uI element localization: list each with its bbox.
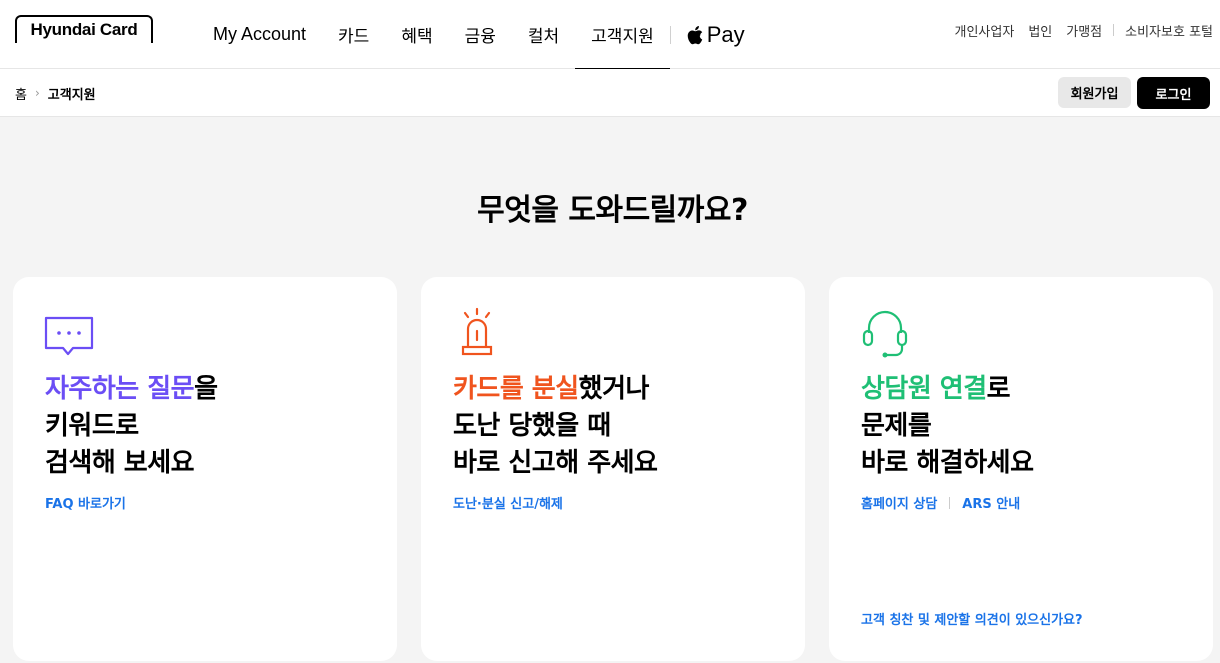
breadcrumb-chevron-icon: › [34,86,40,100]
consultant-title-highlight: 상담원 연결 [861,374,987,404]
main-menu: My Account 카드 혜택 금융 컬처 고객지원 Pay [197,0,751,70]
faq-links: FAQ 바로가기 [45,493,126,512]
faq-card-title: 자주하는 질문을 키워드로 검색해 보세요 [45,371,218,482]
link-divider [949,496,951,509]
faq-card: 자주하는 질문을 키워드로 검색해 보세요 FAQ 바로가기 [13,277,397,661]
web-consult-link[interactable]: 홈페이지 상담 [861,493,937,512]
util-personal-business[interactable]: 개인사업자 [948,21,1022,40]
util-consumer-protection[interactable]: 소비자보호 포털 [1118,21,1220,40]
ars-guide-link[interactable]: ARS 안내 [962,493,1020,512]
consultant-title-line3: 바로 해결하세요 [861,448,1034,478]
siren-icon [461,307,493,356]
apple-pay-menu[interactable]: Pay [677,0,751,69]
faq-title-line3: 검색해 보세요 [45,448,195,478]
consultant-title-rest: 로 [986,374,1011,404]
page-headline: 무엇을 도와드릴까요? [477,193,748,228]
utility-menu: 개인사업자 법인 가맹점 소비자보호 포털 [948,0,1220,60]
breadcrumb-home[interactable]: 홈 [15,84,27,103]
lost-title-line2: 도난 당했을 때 [453,411,611,441]
apple-icon [687,25,702,44]
lost-title-highlight: 카드를 분실 [453,374,579,404]
consultant-card: 상담원 연결로 문제를 바로 해결하세요 홈페이지 상담 ARS 안내 고객 칭… [829,277,1213,661]
menu-my-account[interactable]: My Account [197,0,322,69]
faq-title-rest: 을 [194,374,218,404]
menu-customer-support[interactable]: 고객지원 [575,0,670,70]
consultant-card-title: 상담원 연결로 문제를 바로 해결하세요 [861,371,1034,482]
lost-title-line3: 바로 신고해 주세요 [453,448,658,478]
feedback-link[interactable]: 고객 칭찬 및 제안할 의견이 있으신가요? [861,609,1083,628]
menu-culture[interactable]: 컬처 [512,0,575,69]
join-button[interactable]: 회원가입 [1058,77,1131,108]
util-corporate[interactable]: 법인 [1021,21,1059,40]
consultant-links: 홈페이지 상담 ARS 안내 [861,493,1020,512]
consultant-title-line2: 문제를 [861,411,932,441]
util-merchant[interactable]: 가맹점 [1059,21,1109,40]
global-navigation: Hyundai Card My Account 카드 혜택 금융 컬처 고객지원… [0,0,1220,70]
lost-title-rest: 했거나 [578,374,650,404]
lost-report-link[interactable]: 도난·분실 신고/해제 [453,493,563,512]
breadcrumb: 홈 › 고객지원 [15,69,96,117]
lost-card-card: 카드를 분실했거나 도난 당했을 때 바로 신고해 주세요 도난·분실 신고/해… [421,277,805,661]
menu-finance[interactable]: 금융 [449,0,512,69]
faq-link[interactable]: FAQ 바로가기 [45,493,126,512]
faq-title-line2: 키워드로 [45,411,139,441]
login-button[interactable]: 로그인 [1137,77,1210,109]
util-divider [1113,24,1115,36]
headset-icon [862,310,908,358]
menu-card[interactable]: 카드 [322,0,385,69]
lost-card-links: 도난·분실 신고/해제 [453,493,563,512]
sub-header: 홈 › 고객지원 [0,69,1220,117]
menu-benefit[interactable]: 혜택 [385,0,448,69]
hyundai-card-logo[interactable]: Hyundai Card [15,15,153,43]
breadcrumb-current: 고객지원 [47,87,96,103]
pay-label: Pay [706,21,745,47]
faq-title-highlight: 자주하는 질문 [45,374,195,404]
menu-divider [669,25,671,44]
chat-bubble-icon [44,316,94,356]
lost-card-title: 카드를 분실했거나 도난 당했을 때 바로 신고해 주세요 [453,371,658,482]
